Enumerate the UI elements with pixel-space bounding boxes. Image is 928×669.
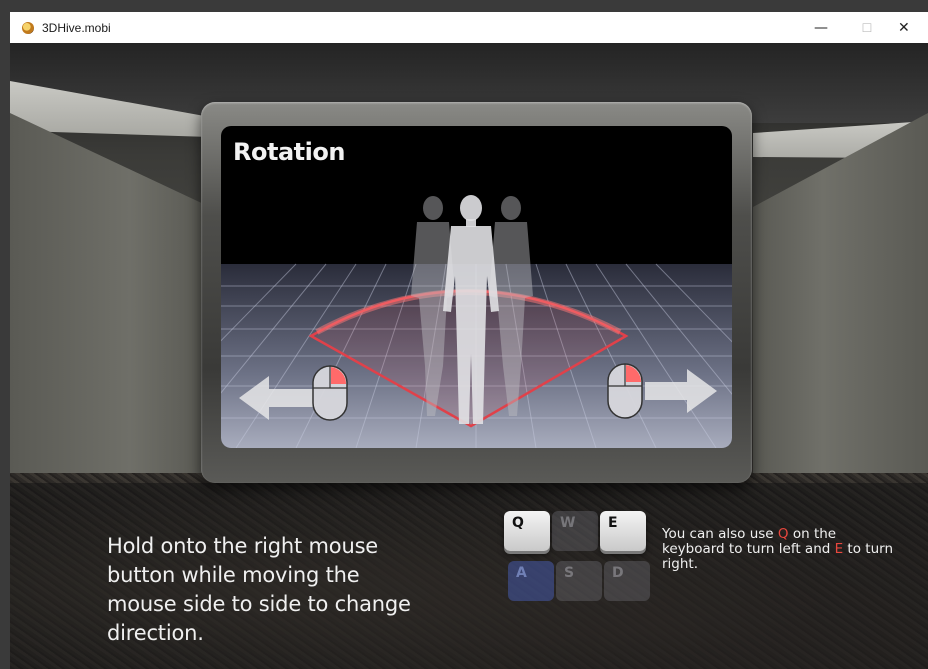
key-d: D <box>604 561 650 601</box>
key-q: Q <box>504 511 550 551</box>
rotation-illustration <box>221 195 732 448</box>
title-bar[interactable]: 3DHive.mobi — ☐ ✕ <box>10 12 928 44</box>
maximize-button[interactable]: ☐ <box>844 12 890 43</box>
hint-key-e: E <box>834 541 844 557</box>
window-title: 3DHive.mobi <box>42 20 111 35</box>
instruction-text: Hold onto the right mouse button while m… <box>107 534 411 645</box>
app-icon <box>22 21 34 34</box>
arrow-left-icon <box>239 376 313 420</box>
hint-text-1: You can also use <box>662 526 778 542</box>
hint-key-q: Q <box>777 526 789 542</box>
tutorial-monitor: Rotation <box>201 102 752 483</box>
game-viewport[interactable]: Rotation Hold onto the right mouse butto… <box>10 43 928 669</box>
mouse-left-icon <box>312 365 348 421</box>
app-window: 3DHive.mobi — ☐ ✕ Rotation Hold onto the… <box>10 12 928 669</box>
screen-title: Rotation <box>233 138 345 166</box>
minimize-button[interactable]: — <box>798 12 844 43</box>
key-e: E <box>600 511 646 551</box>
key-a: A <box>508 561 554 601</box>
window-controls: — ☐ ✕ <box>798 12 928 43</box>
key-s: S <box>556 561 602 601</box>
arrow-right-icon <box>645 369 717 413</box>
keyboard-keys: Q W E A S D <box>500 509 650 619</box>
close-button[interactable]: ✕ <box>890 12 928 43</box>
mouse-right-icon <box>607 363 643 419</box>
tutorial-screen: Rotation <box>221 126 732 448</box>
keyboard-hint: You can also use Q on the keyboard to tu… <box>662 527 902 572</box>
key-w: W <box>552 511 598 551</box>
